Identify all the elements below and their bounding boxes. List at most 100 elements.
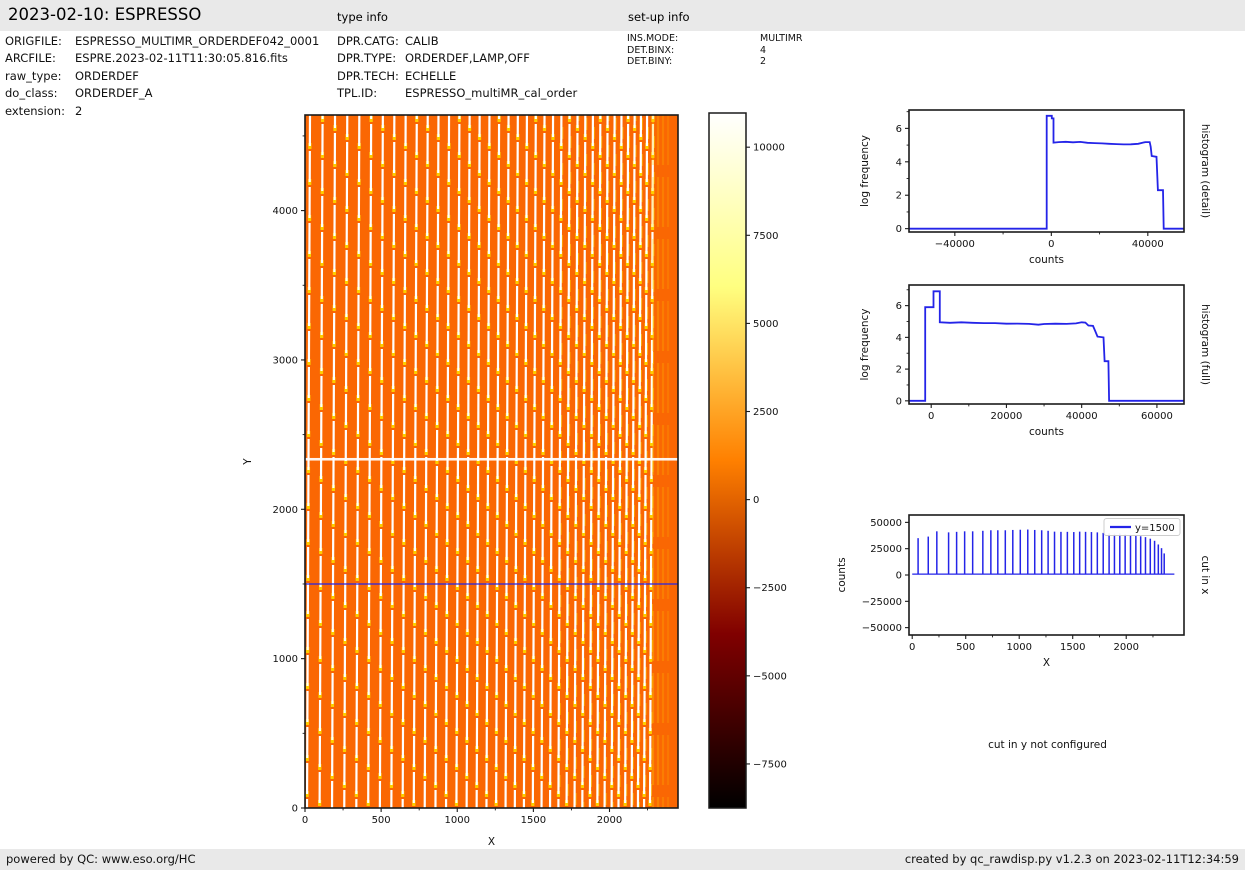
- svg-text:1000: 1000: [273, 654, 298, 665]
- field-label: DPR.CATG:: [337, 34, 399, 48]
- svg-text:0: 0: [928, 411, 934, 422]
- svg-text:1000: 1000: [445, 815, 470, 826]
- svg-text:0: 0: [1048, 239, 1054, 250]
- svg-text:X: X: [488, 836, 495, 848]
- field-value: MULTIMR: [760, 33, 803, 44]
- setup-info-heading: set-up info: [628, 10, 690, 24]
- svg-text:−50000: −50000: [862, 623, 902, 634]
- colorbar: 10000 7500 5000 2500 0 −2500 −5000 −7500: [708, 112, 787, 809]
- svg-text:20000: 20000: [991, 411, 1023, 422]
- field-label: DPR.TECH:: [337, 68, 399, 83]
- type-info-row: DPR.TECH: ECHELLE: [337, 69, 577, 86]
- field-label: DPR.TYPE:: [337, 51, 397, 66]
- field-label: DET.BINY:: [627, 56, 673, 67]
- footer-left-text: powered by QC: www.eso.org/HC: [6, 852, 196, 866]
- header-bar: 2023-02-10: ESPRESSO type info set-up in…: [0, 0, 1245, 31]
- field-value: CALIB: [405, 34, 439, 48]
- svg-text:y=1500: y=1500: [1135, 523, 1175, 534]
- field-label: TPL.ID:: [337, 86, 378, 101]
- field-value: 4: [760, 44, 767, 56]
- histogram-full-plot: 0 20000 40000 60000 0 2 4 6 counts log frequency h…: [859, 284, 1211, 438]
- svg-text:5000: 5000: [753, 319, 778, 330]
- cut-in-x-plot: 0 500 1000 1500 2000 50000 25000 0 −25000 −50000 X…: [836, 514, 1211, 669]
- field-label: extension:: [5, 103, 65, 118]
- svg-text:2500: 2500: [753, 407, 778, 418]
- type-info-row: DPR.CATG: CALIB: [337, 34, 577, 51]
- svg-text:−40000: −40000: [935, 239, 975, 250]
- footer-bar: powered by QC: www.eso.org/HC created by…: [0, 849, 1245, 870]
- svg-text:counts: counts: [1029, 254, 1064, 266]
- field-value: ORDERDEF: [75, 68, 139, 83]
- svg-text:2: 2: [896, 191, 902, 202]
- svg-text:6: 6: [896, 124, 902, 135]
- field-label: INS.MODE:: [627, 33, 679, 44]
- field-label: DET.BINX:: [627, 44, 675, 56]
- svg-text:−25000: −25000: [862, 597, 902, 608]
- svg-text:0: 0: [896, 571, 902, 582]
- type-info-heading: type info: [337, 10, 388, 24]
- svg-text:0: 0: [909, 642, 915, 653]
- field-value: ORDERDEF,LAMP,OFF: [405, 51, 530, 66]
- page-title: 2023-02-10: ESPRESSO: [8, 5, 202, 24]
- svg-text:50000: 50000: [870, 518, 902, 529]
- field-label: raw_type:: [5, 68, 62, 83]
- svg-text:Y: Y: [242, 458, 254, 466]
- field-value: ESPRE.2023-02-11T11:30:05.816.fits: [75, 51, 288, 66]
- svg-text:2000: 2000: [597, 815, 622, 826]
- svg-text:log frequency: log frequency: [859, 135, 871, 207]
- histogram-detail-plot: −40000 0 40000 0 2 4 6 counts log frequency histo…: [859, 109, 1211, 266]
- field-value: ESPRESSO_MULTIMR_ORDERDEF042_0001: [75, 34, 320, 48]
- field-value: 2: [760, 56, 767, 67]
- svg-text:3000: 3000: [273, 355, 298, 366]
- cut-in-y-note: cut in y not configured: [988, 739, 1107, 751]
- svg-text:2: 2: [896, 365, 902, 376]
- svg-text:−2500: −2500: [753, 583, 787, 594]
- setup-info-block: INS.MODE: MULTIMR DET.BINX: 4 DET.BINY: 2: [627, 33, 803, 68]
- field-value: ECHELLE: [405, 68, 457, 83]
- svg-text:25000: 25000: [870, 544, 902, 555]
- raw-image-plot: 0 500 1000 1500 2000 0 1000 2000 3000 4000 X Y: [242, 114, 679, 848]
- svg-text:4: 4: [896, 157, 902, 168]
- footer-right-text: created by qc_rawdisp.py v1.2.3 on 2023-…: [904, 852, 1239, 866]
- svg-text:1500: 1500: [521, 815, 546, 826]
- field-label: ORIGFILE:: [5, 34, 62, 48]
- file-info-row: ORIGFILE: ESPRESSO_MULTIMR_ORDERDEF042_00…: [5, 34, 319, 51]
- svg-text:counts: counts: [1029, 426, 1064, 438]
- type-info-block: DPR.CATG: CALIB DPR.TYPE: ORDERDEF,LAMP,OF…: [337, 34, 577, 104]
- svg-text:6: 6: [896, 301, 902, 312]
- svg-text:500: 500: [956, 642, 975, 653]
- svg-text:0: 0: [292, 804, 298, 815]
- setup-info-row: DET.BINY: 2: [627, 56, 803, 68]
- field-value: 2: [75, 103, 83, 118]
- file-info-row: ARCFILE: ESPRE.2023-02-11T11:30:05.816.fi…: [5, 51, 319, 68]
- svg-text:0: 0: [896, 396, 902, 407]
- svg-text:4000: 4000: [273, 206, 298, 217]
- svg-text:0: 0: [896, 224, 902, 235]
- svg-text:0: 0: [753, 495, 759, 506]
- svg-text:500: 500: [372, 815, 391, 826]
- type-info-row: DPR.TYPE: ORDERDEF,LAMP,OFF: [337, 51, 577, 68]
- svg-text:−5000: −5000: [753, 671, 787, 682]
- svg-text:X: X: [1043, 657, 1050, 669]
- svg-text:10000: 10000: [753, 143, 785, 154]
- svg-text:histogram (full): histogram (full): [1199, 304, 1211, 385]
- field-label: do_class:: [5, 86, 58, 101]
- svg-text:0: 0: [302, 815, 308, 826]
- svg-text:2000: 2000: [273, 505, 298, 516]
- file-info-row: raw_type: ORDERDEF: [5, 69, 319, 86]
- svg-text:1000: 1000: [1006, 642, 1031, 653]
- setup-info-row: DET.BINX: 4: [627, 45, 803, 57]
- svg-text:40000: 40000: [1132, 239, 1164, 250]
- legend: y=1500: [1103, 518, 1181, 536]
- svg-text:1500: 1500: [1060, 642, 1085, 653]
- svg-text:7500: 7500: [753, 231, 778, 242]
- field-value: ORDERDEF_A: [75, 86, 153, 101]
- svg-text:4: 4: [896, 333, 902, 344]
- svg-text:cut in x: cut in x: [1199, 555, 1211, 594]
- field-label: ARCFILE:: [5, 51, 56, 66]
- svg-text:2000: 2000: [1113, 642, 1138, 653]
- svg-text:−7500: −7500: [753, 759, 787, 770]
- svg-text:log frequency: log frequency: [859, 308, 871, 380]
- svg-text:60000: 60000: [1141, 411, 1173, 422]
- svg-text:histogram (detail): histogram (detail): [1199, 124, 1211, 218]
